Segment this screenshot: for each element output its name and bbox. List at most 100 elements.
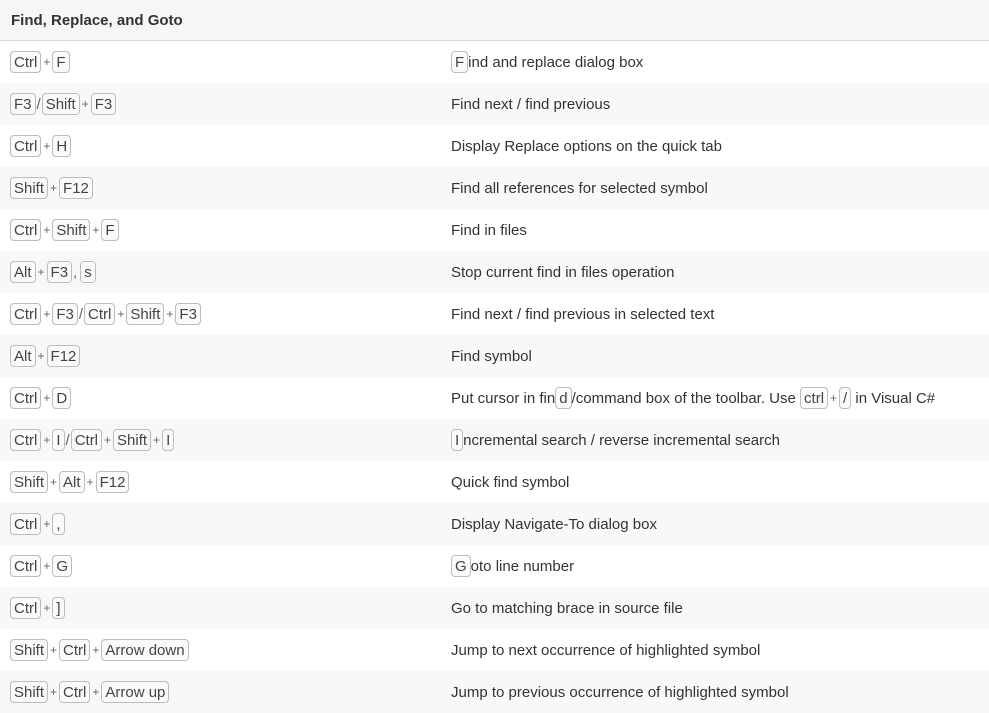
key-cap: F3 bbox=[46, 261, 73, 283]
key-cap: F bbox=[101, 219, 119, 241]
plus-separator: + bbox=[43, 223, 51, 237]
key-cap: Alt bbox=[10, 261, 36, 283]
shortcut-description-cell: Quick find symbol bbox=[440, 474, 989, 491]
shortcut-keys-cell: Ctrl + F bbox=[0, 51, 440, 73]
key-cap: Ctrl bbox=[10, 597, 42, 619]
key-cap: Shift bbox=[10, 177, 49, 199]
shortcut-description-cell: Incremental search / reverse incremental… bbox=[440, 429, 989, 451]
description-text: in Visual C# bbox=[851, 389, 936, 407]
key-cap: Ctrl bbox=[84, 303, 116, 325]
shortcut-keys-cell: Ctrl +] bbox=[0, 597, 440, 619]
key-cap: F3 bbox=[90, 93, 117, 115]
slash-separator: / bbox=[65, 431, 70, 449]
section-title: Find, Replace, and Goto bbox=[11, 11, 183, 29]
description-text: Stop current find in files operation bbox=[451, 263, 675, 281]
key-cap: F12 bbox=[46, 345, 81, 367]
shortcut-description-cell: Stop current find in files operation bbox=[440, 264, 989, 281]
description-text: /command box of the toolbar. Use bbox=[571, 389, 801, 407]
key-cap: I bbox=[52, 429, 65, 451]
plus-separator: + bbox=[166, 307, 174, 321]
key-cap: F3 bbox=[10, 93, 36, 115]
table-row: Ctrl + D Put cursor in fin d/command box of … bbox=[0, 377, 989, 419]
shortcut-description-cell: Jump to next occurrence of highlighted s… bbox=[440, 642, 989, 659]
key-cap: , bbox=[52, 513, 65, 535]
shortcut-keys-cell: Shift + F12 bbox=[0, 177, 440, 199]
shortcut-description-cell: Find all references for selected symbol bbox=[440, 180, 989, 197]
key-cap: ] bbox=[52, 597, 65, 619]
table-row: Ctrl + G Goto line number bbox=[0, 545, 989, 587]
shortcut-keys-cell: Shift + Alt + F12 bbox=[0, 471, 440, 493]
plus-separator: + bbox=[43, 391, 51, 405]
plus-separator: + bbox=[37, 265, 45, 279]
shortcut-keys-cell: Ctrl + I / Ctrl + Shift + I bbox=[0, 429, 440, 451]
key-cap: F3 bbox=[175, 303, 201, 325]
key-cap: Ctrl bbox=[10, 135, 42, 157]
key-cap: Shift bbox=[10, 471, 49, 493]
shortcut-description-cell: Find next / find previous in selected te… bbox=[440, 306, 989, 323]
plus-separator: + bbox=[92, 685, 100, 699]
key-cap: Ctrl bbox=[10, 387, 42, 409]
shortcut-description-cell: Go to matching brace in source file bbox=[440, 600, 989, 617]
table-row: Ctrl + H Display Replace options on the qui… bbox=[0, 125, 989, 167]
key-cap: H bbox=[52, 135, 72, 157]
plus-separator: + bbox=[81, 97, 89, 111]
plus-separator: + bbox=[43, 517, 51, 531]
key-cap: F12 bbox=[59, 177, 93, 199]
key-cap: Alt bbox=[59, 471, 85, 493]
key-cap: F bbox=[52, 51, 70, 73]
shortcut-keys-cell: Shift + Ctrl + Arrow down bbox=[0, 639, 440, 661]
shortcut-keys-cell: Ctrl +, bbox=[0, 513, 440, 535]
plus-separator: + bbox=[117, 307, 125, 321]
key-cap: G bbox=[451, 555, 471, 577]
shortcut-keys-cell: Ctrl + F3/Ctrl + Shift + F3 bbox=[0, 303, 440, 325]
description-text: Go to matching brace in source file bbox=[451, 599, 683, 617]
description-text: Jump to previous occurrence of highlight… bbox=[451, 683, 789, 701]
key-cap: F bbox=[451, 51, 469, 73]
key-cap: d bbox=[555, 387, 572, 409]
description-text: Find next / find previous bbox=[451, 95, 611, 113]
shortcut-description-cell: Find symbol bbox=[440, 348, 989, 365]
shortcut-description-cell: Find in files bbox=[440, 222, 989, 239]
plus-separator: + bbox=[104, 433, 112, 447]
plus-separator: + bbox=[50, 475, 58, 489]
key-cap: ctrl bbox=[800, 387, 829, 409]
shortcut-description-cell: Display Navigate-To dialog box bbox=[440, 516, 989, 533]
section-header: Find, Replace, and Goto bbox=[0, 0, 989, 41]
description-text: Find symbol bbox=[451, 347, 532, 365]
key-cap: Shift bbox=[41, 93, 80, 115]
key-cap: Ctrl bbox=[10, 429, 42, 451]
description-text: Find next / find previous in selected te… bbox=[451, 305, 715, 323]
table-row: Alt + F3, s Stop current find in files opera… bbox=[0, 251, 989, 293]
description-text: Quick find symbol bbox=[451, 473, 570, 491]
table-row: Shift + F12 Find all references for selecte… bbox=[0, 167, 989, 209]
table-row: F3/Shift + F3 Find next / find previous bbox=[0, 83, 989, 125]
plus-separator: + bbox=[92, 643, 100, 657]
description-text: ncremental search / reverse incremental … bbox=[463, 431, 780, 449]
key-cap: Ctrl bbox=[70, 429, 103, 451]
comma-separator: , bbox=[73, 263, 78, 281]
key-cap: / bbox=[839, 387, 852, 409]
description-text: Jump to next occurrence of highlighted s… bbox=[451, 641, 761, 659]
plus-separator: + bbox=[830, 391, 838, 405]
key-cap: Ctrl bbox=[10, 303, 42, 325]
slash-separator: / bbox=[78, 305, 84, 323]
table-row: Shift + Ctrl + Arrow down Jump to next occurr… bbox=[0, 629, 989, 671]
table-row: Ctrl + F3/Ctrl + Shift + F3 Find next / find pr… bbox=[0, 293, 989, 335]
plus-separator: + bbox=[153, 433, 161, 447]
shortcut-description-cell: Goto line number bbox=[440, 555, 989, 577]
shortcut-keys-cell: Ctrl + G bbox=[0, 555, 440, 577]
description-text: Put cursor in fin bbox=[451, 389, 556, 407]
key-cap: D bbox=[52, 387, 72, 409]
plus-separator: + bbox=[50, 685, 58, 699]
shortcut-keys-cell: Ctrl + D bbox=[0, 387, 440, 409]
key-cap: Shift bbox=[126, 303, 165, 325]
shortcut-keys-cell: Ctrl + Shift + F bbox=[0, 219, 440, 241]
description-text: Find all references for selected symbol bbox=[451, 179, 708, 197]
plus-separator: + bbox=[92, 223, 100, 237]
key-cap: Arrow down bbox=[101, 639, 189, 661]
key-cap: G bbox=[52, 555, 73, 577]
key-cap: Ctrl bbox=[10, 555, 42, 577]
shortcut-table: Find, Replace, and Goto Ctrl + F Find and r… bbox=[0, 0, 989, 713]
plus-separator: + bbox=[43, 139, 51, 153]
key-cap: Ctrl bbox=[59, 681, 91, 703]
